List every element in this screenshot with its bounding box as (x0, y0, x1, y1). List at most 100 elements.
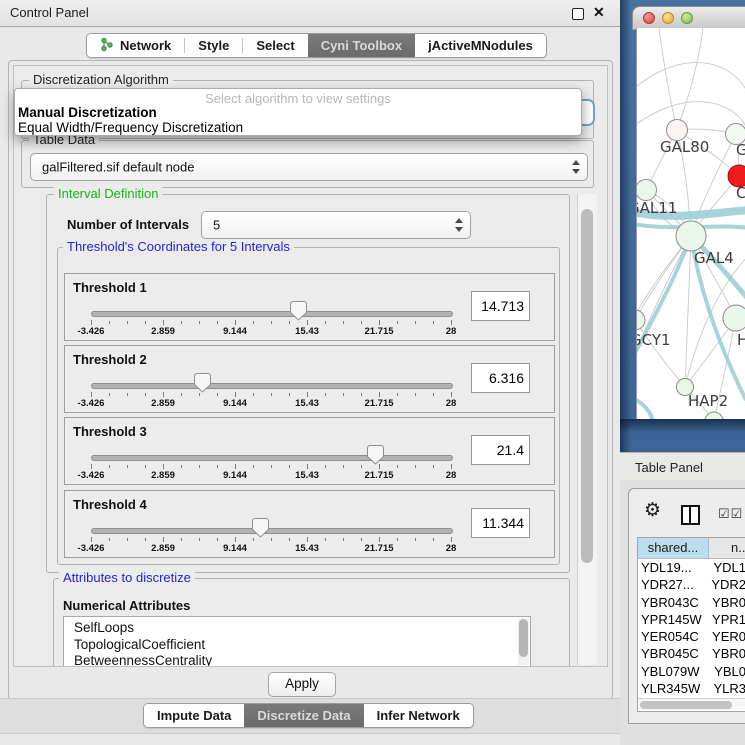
node-attribute-table[interactable]: shared... n... YDL19...YDL1YDR27...YDR2Y… (637, 537, 745, 712)
option-manual-discretization[interactable]: Manual Discretization (18, 105, 157, 120)
tab-network[interactable]: Network (87, 34, 184, 57)
threshold-2-thumb[interactable] (194, 373, 211, 393)
tab-cyni-toolbox[interactable]: Cyni Toolbox (308, 34, 415, 57)
close-icon[interactable]: ✕ (593, 4, 605, 21)
table-panel-body: ⚙ ☑☑ shared... n... YDL19...YDL1YDR27...… (620, 480, 745, 745)
threshold-4-box: Threshold 4 -3.4262.8599.14415.4321.7152… (64, 490, 555, 558)
threshold-2-label: Threshold 2 (73, 352, 147, 367)
select-columns-icon[interactable]: ☑☑ (718, 506, 743, 522)
node-label-partial-h: H (737, 331, 745, 349)
node-label-gcy1: GCY1 (637, 331, 671, 349)
node-label-gal80: GAL80 (660, 138, 709, 156)
table-row[interactable]: YLR345WYLR3 (638, 680, 745, 697)
table-row[interactable]: YBR045CYBR0 (638, 645, 745, 662)
threshold-3-slider[interactable] (91, 455, 453, 461)
number-of-intervals-label: Number of Intervals (67, 217, 189, 232)
discretization-algorithm-title: Discretization Algorithm (29, 73, 173, 87)
thresholds-group-title: Threshold's Coordinates for 5 Intervals (63, 240, 294, 254)
threshold-4-label: Threshold 4 (73, 497, 147, 512)
table-header: shared... n... (638, 538, 745, 558)
tab-style[interactable]: Style (185, 34, 242, 57)
tab-impute-data[interactable]: Impute Data (144, 704, 244, 727)
threshold-2-value-field[interactable]: 6.316 (471, 363, 530, 393)
scrollbar-thumb[interactable] (581, 209, 593, 563)
interval-definition-title: Interval Definition (54, 187, 162, 201)
scrollbar-thumb[interactable] (519, 619, 528, 657)
threshold-1-value-field[interactable]: 14.713 (471, 291, 530, 321)
node-gal11[interactable] (637, 180, 657, 201)
threshold-2-slider[interactable] (91, 383, 453, 389)
gear-icon[interactable]: ⚙ (644, 501, 661, 520)
cyni-mode-tabs: Impute Data Discretize Data Infer Networ… (143, 703, 474, 728)
slider-tick-labels: -3.4262.8599.14415.4321.71528 (65, 470, 554, 480)
table-horizontal-scrollbar[interactable] (638, 698, 745, 710)
threshold-1-label: Threshold 1 (73, 280, 147, 295)
attribute-list-item[interactable]: TopologicalCoefficient (64, 637, 530, 654)
threshold-4-slider[interactable] (91, 528, 453, 534)
node-gal4[interactable] (676, 221, 706, 251)
node-right[interactable] (723, 305, 745, 331)
tab-network-label: Network (120, 38, 171, 53)
threshold-1-slider[interactable] (91, 311, 453, 317)
attributes-group-title: Attributes to discretize (59, 571, 195, 585)
table-data-value: galFiltered.sif default node (42, 160, 194, 175)
table-row[interactable]: YPR145WYPR1 (638, 611, 745, 628)
slider-tick-labels: -3.4262.8599.14415.4321.71528 (65, 543, 554, 553)
node-table-body: YDL19...YDL1YDR27...YDR2YBR043CYBR0YPR14… (638, 559, 745, 698)
tab-discretize-data[interactable]: Discretize Data (244, 704, 363, 727)
minimize-traffic-light-icon[interactable] (662, 12, 674, 24)
table-row[interactable]: YBR043CYBR0 (638, 594, 745, 611)
scrollbar-thumb[interactable] (640, 701, 732, 709)
float-window-icon[interactable] (572, 8, 584, 20)
threshold-2-box: Threshold 2 -3.4262.8599.14415.4321.7152… (64, 345, 555, 413)
control-panel-window: Control Panel ✕ Network Style Select Cyn… (0, 0, 620, 745)
network-graph: GAL80 GAL11 GAL4 GCY1 HAP2 G C H (637, 28, 745, 419)
attribute-list-item[interactable]: BetweennessCentrality (64, 653, 530, 667)
apply-button[interactable]: Apply (268, 672, 336, 697)
table-row[interactable]: YDL19...YDL1 (638, 559, 745, 576)
threshold-1-thumb[interactable] (290, 301, 307, 321)
node-label-partial-c: C (736, 184, 745, 202)
settings-vertical-scrollbar[interactable] (577, 194, 597, 665)
node-label-partial-g: G (736, 141, 745, 159)
network-window-titlebar[interactable] (632, 6, 745, 30)
close-traffic-light-icon[interactable] (643, 12, 655, 24)
algorithm-placeholder-option[interactable]: Select algorithm to view settings (15, 91, 581, 106)
algorithm-dropdown-popup: Select algorithm to view settings Manual… (14, 88, 582, 136)
control-panel-titlebar: Control Panel ✕ (0, 0, 620, 27)
number-of-intervals-combobox[interactable]: 5 (201, 211, 471, 239)
spinner-arrows-icon (454, 218, 463, 232)
column-header-shared-name[interactable]: shared... (638, 538, 709, 559)
column-header-name[interactable]: n... (709, 538, 745, 559)
spinner-arrows-icon (571, 160, 580, 174)
network-icon (100, 37, 114, 55)
table-panel-title: Table Panel (635, 460, 703, 475)
node-label-hap2: HAP2 (688, 392, 728, 410)
zoom-traffic-light-icon[interactable] (681, 12, 693, 24)
threshold-3-box: Threshold 3 -3.4262.8599.14415.4321.7152… (64, 417, 555, 485)
table-row[interactable]: YBL079WYBL0 (638, 663, 745, 680)
tab-select[interactable]: Select (243, 34, 307, 57)
threshold-1-box: Threshold 1 -3.4262.8599.14415.4321.7152… (64, 273, 555, 341)
table-data-combobox[interactable]: galFiltered.sif default node (30, 153, 588, 181)
node-gcy1[interactable] (637, 310, 645, 330)
window-title: Control Panel (10, 5, 89, 20)
slider-tick-labels: -3.4262.8599.14415.4321.71528 (65, 398, 554, 408)
option-equal-width-frequency[interactable]: Equal Width/Frequency Discretization (18, 120, 243, 135)
threshold-4-value-field[interactable]: 11.344 (471, 508, 530, 538)
number-of-intervals-value: 5 (213, 218, 220, 233)
table-row[interactable]: YDR27...YDR2 (638, 576, 745, 593)
tab-infer-network[interactable]: Infer Network (364, 704, 473, 727)
numerical-attributes-label: Numerical Attributes (63, 598, 190, 613)
table-row[interactable]: YER054CYER0 (638, 628, 745, 645)
threshold-4-thumb[interactable] (252, 518, 269, 538)
attribute-list-item[interactable]: SelfLoops (64, 620, 530, 637)
network-view-canvas[interactable]: GAL80 GAL11 GAL4 GCY1 HAP2 G C H (636, 28, 745, 419)
tab-jactivemnodules[interactable]: jActiveMNodules (415, 34, 546, 57)
column-layout-icon[interactable] (681, 505, 700, 525)
list-scrollbar[interactable] (518, 618, 529, 665)
threshold-3-thumb[interactable] (367, 445, 384, 465)
numerical-attributes-list[interactable]: SelfLoopsTopologicalCoefficientBetweenne… (63, 616, 531, 667)
threshold-3-value-field[interactable]: 21.4 (471, 435, 530, 465)
node-label-gal11: GAL11 (637, 199, 677, 217)
